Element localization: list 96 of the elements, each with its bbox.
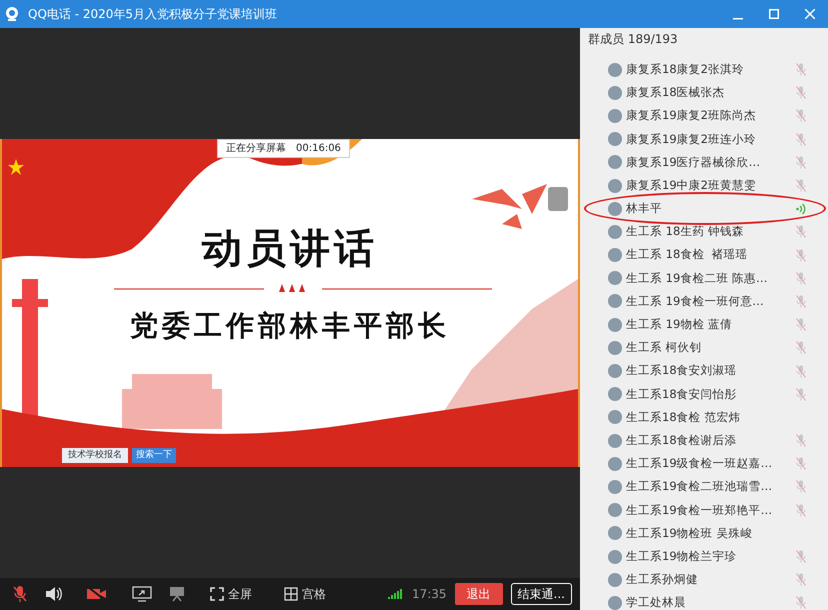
avatar-icon bbox=[608, 178, 622, 193]
member-name: 生工系 19食检一班何意… bbox=[626, 292, 764, 310]
member-row[interactable]: 生工系18食检 范宏炜 bbox=[580, 406, 828, 429]
easel-icon bbox=[168, 586, 186, 602]
member-name: 康复系19中康2班黄慧雯 bbox=[626, 176, 756, 194]
share-timer: 00:16:06 bbox=[296, 142, 341, 156]
share-status: 正在分享屏幕 bbox=[226, 142, 286, 156]
grid-icon bbox=[284, 587, 298, 601]
member-name: 生工系18食检 范宏炜 bbox=[626, 408, 740, 426]
member-row[interactable]: 生工系18食安闫怡彤 bbox=[580, 382, 828, 406]
avatar-icon bbox=[608, 86, 622, 100]
maximize-icon bbox=[769, 9, 779, 19]
avatar-icon bbox=[608, 294, 622, 308]
avatar-icon bbox=[608, 62, 622, 77]
member-row[interactable]: 生工系19物检班 吴殊峻 bbox=[580, 522, 828, 545]
member-name: 生工系孙炯健 bbox=[626, 571, 698, 588]
slide-subtitle: 党委工作部林丰平部长 bbox=[130, 308, 450, 344]
minimize-icon bbox=[733, 18, 743, 20]
member-name: 生工系18食检谢后添 bbox=[626, 432, 737, 449]
member-name: 康复系18康复2张淇玲 bbox=[626, 60, 744, 78]
member-row[interactable]: 生工系 18生药 钟钱森 bbox=[580, 220, 828, 244]
member-name: 生工系19食检二班池瑞雪… bbox=[626, 478, 772, 496]
member-name: 生工系 19物检 蓝倩 bbox=[626, 316, 732, 334]
member-count: 群成员 189/193 bbox=[587, 31, 679, 48]
grid-view-button[interactable]: 宫格 bbox=[280, 585, 330, 603]
call-time: 17:35 bbox=[412, 586, 447, 603]
member-row[interactable]: 生工系 19食检二班 陈惠… bbox=[580, 266, 828, 290]
avatar-icon bbox=[608, 340, 622, 355]
avatar-icon bbox=[608, 550, 622, 564]
close-icon bbox=[805, 9, 815, 19]
member-row[interactable]: 生工系19物检兰宇珍 bbox=[580, 544, 828, 568]
member-row[interactable]: 生工系19级食检一班赵嘉… bbox=[580, 452, 828, 476]
camera-icon bbox=[86, 586, 108, 602]
end-call-button[interactable]: 结束通... bbox=[510, 583, 572, 605]
member-row[interactable]: 康复系19中康2班黄慧雯 bbox=[580, 174, 828, 198]
member-row[interactable]: 生工系19食检二班池瑞雪… bbox=[580, 475, 828, 499]
member-row[interactable]: 生工系19食检一班郑艳平… bbox=[580, 498, 828, 522]
avatar-icon bbox=[608, 410, 622, 424]
avatar-icon bbox=[608, 387, 622, 402]
member-row[interactable]: 生工系 19物检 蓝倩 bbox=[580, 313, 828, 336]
fullscreen-icon bbox=[210, 587, 224, 601]
member-name: 生工系 18食检 褚瑶瑶 bbox=[626, 246, 748, 264]
member-row[interactable]: 生工系孙炯健 bbox=[580, 568, 828, 592]
member-name: 生工系19级食检一班赵嘉… bbox=[626, 455, 772, 472]
avatar-icon bbox=[608, 224, 622, 239]
member-row[interactable]: 康复系19康复2班陈尚杰 bbox=[580, 104, 828, 128]
search-field[interactable]: 技术学校报名 bbox=[62, 448, 128, 463]
fullscreen-button[interactable]: 全屏 bbox=[206, 585, 256, 603]
member-name: 林丰平 bbox=[626, 200, 662, 218]
webcam-icon bbox=[4, 6, 20, 22]
avatar-icon bbox=[608, 572, 622, 587]
exit-button[interactable]: 退出 bbox=[454, 583, 503, 605]
member-name: 生工系 18生药 钟钱森 bbox=[626, 223, 744, 240]
member-row[interactable]: 生工系18食检谢后添 bbox=[580, 429, 828, 452]
member-name: 康复系19康复2班连小玲 bbox=[626, 130, 756, 148]
avatar-icon bbox=[608, 202, 622, 216]
member-name: 学工处林晨 bbox=[626, 594, 686, 610]
member-name: 康复系19康复2班陈尚杰 bbox=[626, 107, 756, 124]
avatar-icon bbox=[608, 248, 622, 262]
window-title: QQ电话 - 2020年5月入党积极分子党课培训班 bbox=[28, 6, 278, 23]
member-name: 生工系19物检兰宇珍 bbox=[626, 548, 737, 565]
member-name: 生工系18食安刘淑瑶 bbox=[626, 362, 737, 380]
member-name: 康复系18医械张杰 bbox=[626, 84, 725, 102]
member-row[interactable]: 康复系19医疗器械徐欣… bbox=[580, 150, 828, 174]
member-row[interactable]: 生工系 柯伙钊 bbox=[580, 336, 828, 360]
avatar-icon bbox=[608, 526, 622, 540]
avatar-icon bbox=[608, 364, 622, 378]
member-row[interactable]: 生工系 19食检一班何意… bbox=[580, 290, 828, 314]
speaker-icon bbox=[44, 586, 62, 602]
member-name: 康复系19医疗器械徐欣… bbox=[626, 154, 760, 171]
avatar-icon bbox=[608, 503, 622, 518]
avatar-icon bbox=[608, 132, 622, 146]
member-name: 生工系 柯伙钊 bbox=[626, 339, 702, 356]
member-row[interactable]: 生工系18食安刘淑瑶 bbox=[580, 359, 828, 383]
avatar-icon bbox=[608, 596, 622, 610]
member-name: 生工系19食检一班郑艳平… bbox=[626, 502, 772, 519]
member-row[interactable]: 康复系19康复2班连小玲 bbox=[580, 128, 828, 151]
member-name: 生工系 19食检二班 陈惠… bbox=[626, 270, 768, 287]
avatar-icon bbox=[608, 434, 622, 448]
avatar-icon bbox=[608, 155, 622, 170]
member-row[interactable]: 林丰平 bbox=[580, 197, 828, 220]
signal-icon bbox=[388, 589, 404, 599]
microphone-icon bbox=[12, 585, 28, 603]
member-row[interactable]: 康复系18医械张杰 bbox=[580, 81, 828, 104]
avatar-icon bbox=[608, 271, 622, 286]
member-row[interactable]: 学工处林晨 bbox=[580, 591, 828, 610]
avatar-icon bbox=[608, 318, 622, 332]
avatar-icon bbox=[608, 480, 622, 494]
member-name: 生工系19物检班 吴殊峻 bbox=[626, 524, 752, 542]
search-button[interactable]: 搜索一下 bbox=[132, 448, 176, 463]
avatar-icon bbox=[608, 108, 622, 123]
member-name: 生工系18食安闫怡彤 bbox=[626, 386, 737, 403]
slide-title: 动员讲话 bbox=[202, 225, 378, 274]
member-row[interactable]: 康复系18康复2张淇玲 bbox=[580, 58, 828, 82]
member-row[interactable]: 生工系 18食检 褚瑶瑶 bbox=[580, 244, 828, 267]
avatar-icon bbox=[608, 456, 622, 471]
